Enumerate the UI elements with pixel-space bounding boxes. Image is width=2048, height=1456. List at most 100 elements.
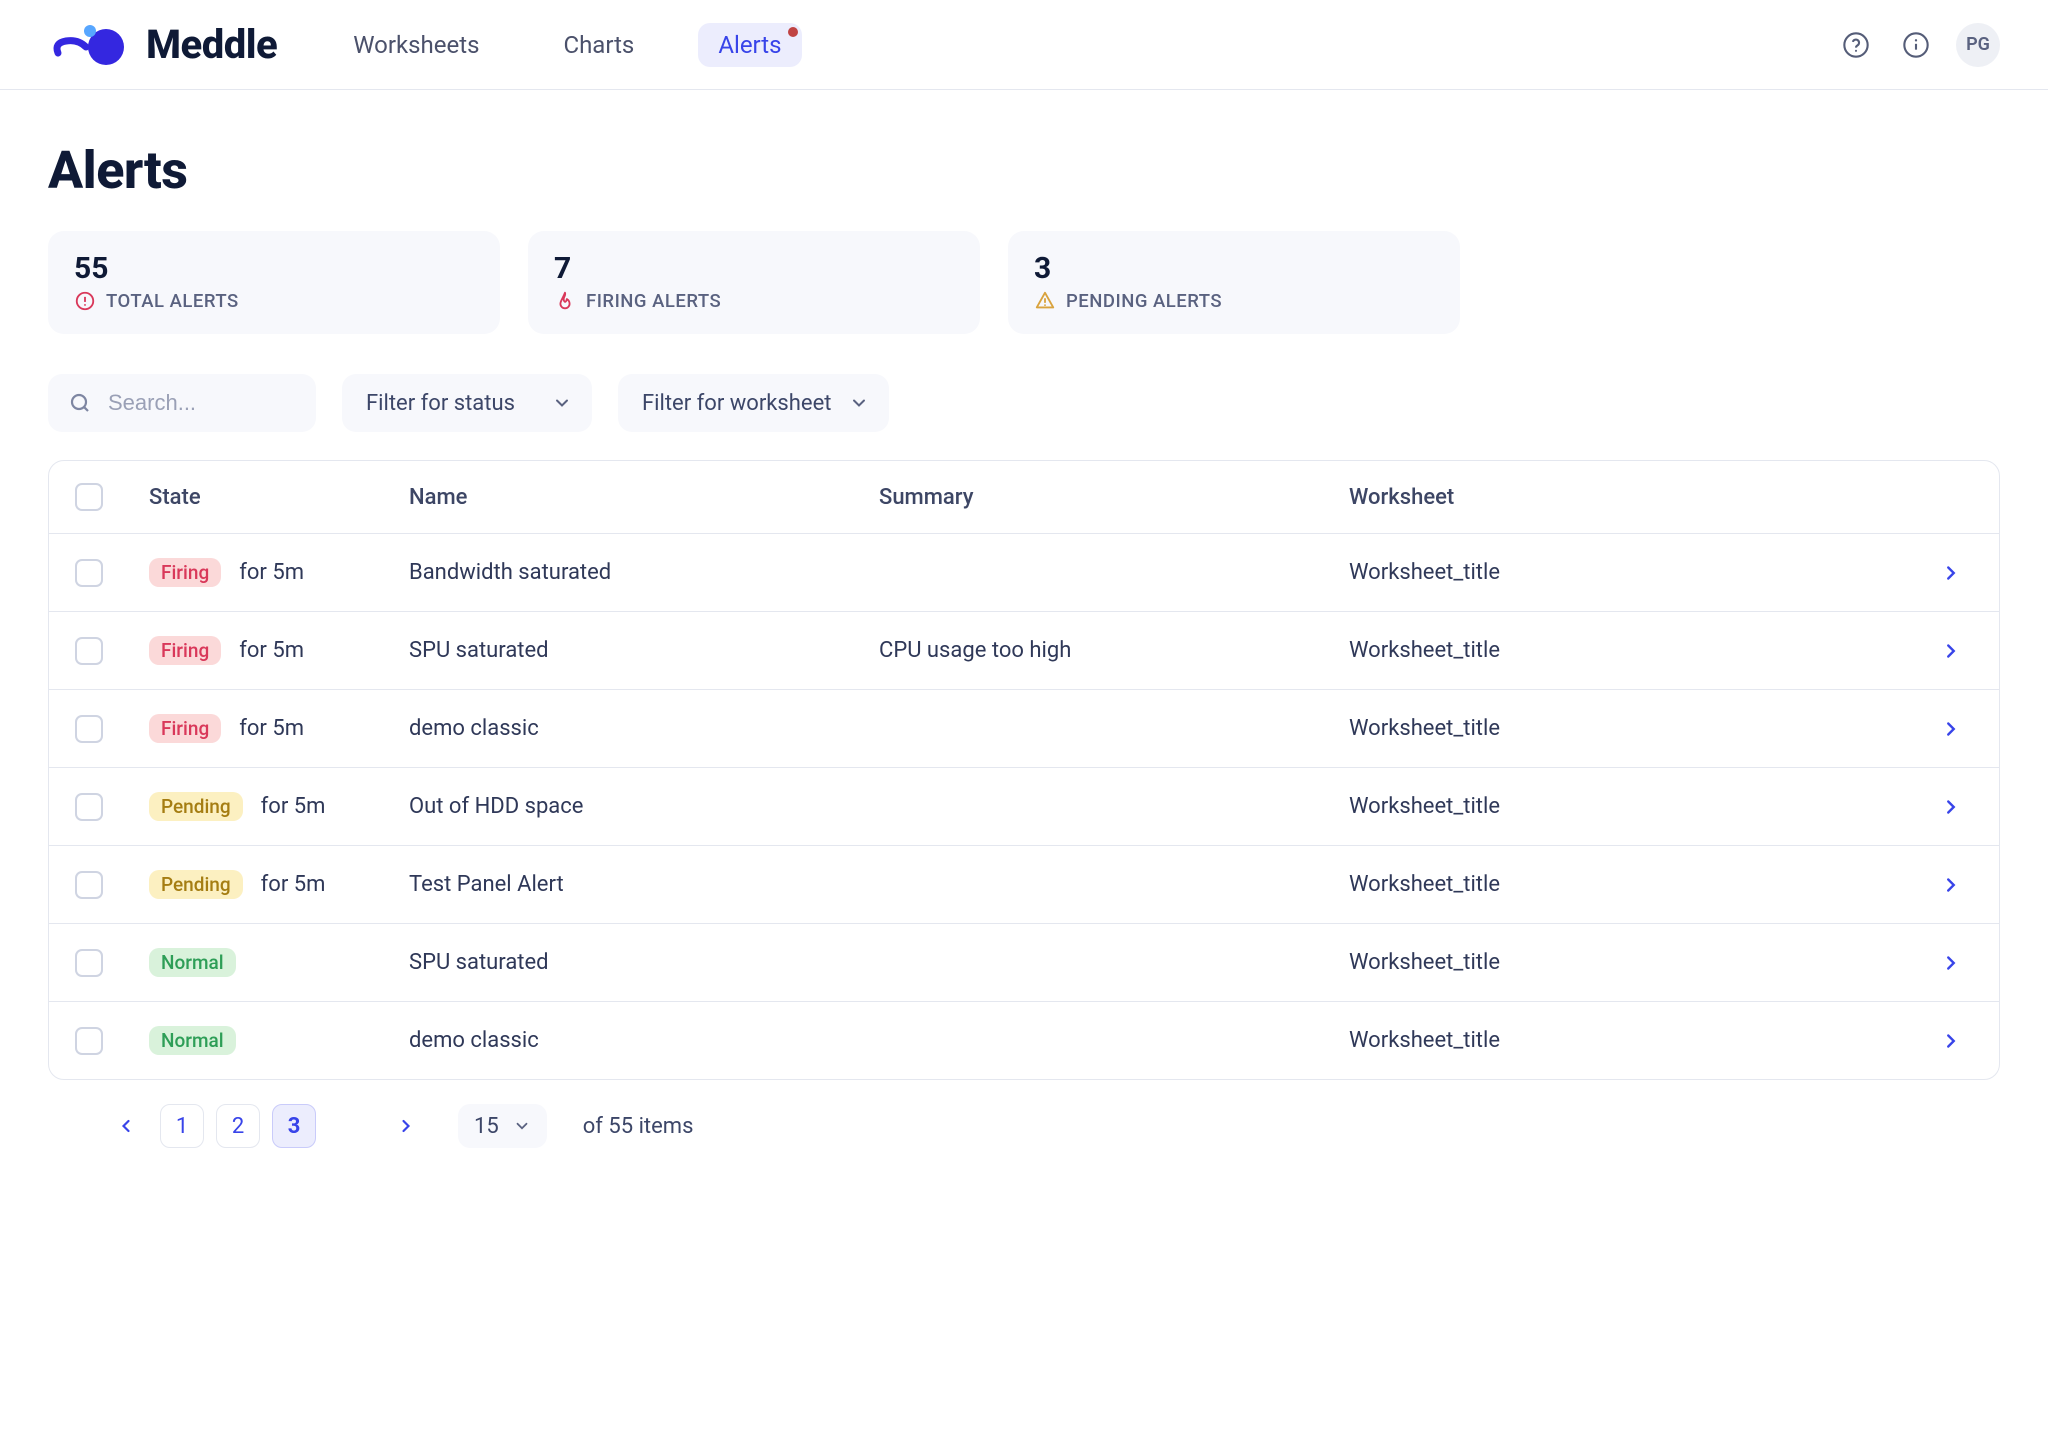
row-checkbox[interactable]: [75, 715, 103, 743]
state-duration: for 5m: [239, 638, 304, 663]
page-prev-button[interactable]: [104, 1104, 148, 1148]
row-open-button[interactable]: [1919, 718, 1999, 740]
help-button[interactable]: [1836, 25, 1876, 65]
chevron-down-icon: [513, 1117, 531, 1135]
row-checkbox[interactable]: [75, 559, 103, 587]
table-header: State Name Summary Worksheet: [49, 461, 1999, 534]
info-button[interactable]: [1896, 25, 1936, 65]
state-duration: for 5m: [261, 872, 326, 897]
search-input[interactable]: [106, 389, 296, 417]
stat-total-label: TOTAL ALERTS: [106, 290, 239, 312]
chevron-down-icon: [552, 393, 572, 413]
help-icon: [1842, 31, 1870, 59]
filter-status-select[interactable]: Filter for status: [342, 374, 592, 432]
stat-firing: 7 FIRING ALERTS: [528, 231, 980, 334]
table-row: Pending for 5m Out of HDD space Workshee…: [49, 767, 1999, 845]
page-info: of 55 items: [583, 1114, 694, 1139]
brand-name: Meddle: [146, 21, 277, 68]
page-size-select[interactable]: 15: [458, 1104, 547, 1148]
chevron-down-icon: [849, 393, 869, 413]
cell-summary: CPU usage too high: [867, 638, 1337, 663]
filter-worksheet-select[interactable]: Filter for worksheet: [618, 374, 889, 432]
topbar-actions: PG: [1836, 23, 2000, 67]
stat-firing-label: FIRING ALERTS: [586, 290, 721, 312]
cell-name: Out of HDD space: [397, 794, 867, 819]
page-title: Alerts: [48, 140, 2000, 201]
table-body: Firing for 5m Bandwidth saturated Worksh…: [49, 534, 1999, 1079]
page-size-value: 15: [474, 1114, 499, 1139]
row-open-button[interactable]: [1919, 1030, 1999, 1052]
page-button[interactable]: 2: [216, 1104, 260, 1148]
alert-circle-icon: [74, 290, 96, 312]
row-checkbox[interactable]: [75, 1027, 103, 1055]
fire-icon: [554, 290, 576, 312]
nav-worksheets[interactable]: Worksheets: [333, 23, 499, 67]
cell-name: Bandwidth saturated: [397, 560, 867, 585]
alerts-table: State Name Summary Worksheet Firing for …: [48, 460, 2000, 1080]
state-duration: for 5m: [239, 716, 304, 741]
table-row: Firing for 5m Bandwidth saturated Worksh…: [49, 534, 1999, 611]
row-checkbox[interactable]: [75, 871, 103, 899]
page-next-button[interactable]: [384, 1104, 428, 1148]
row-checkbox[interactable]: [75, 949, 103, 977]
page: Alerts 55 TOTAL ALERTS 7: [0, 90, 2048, 1208]
th-worksheet: Worksheet: [1337, 485, 1919, 510]
topbar: Meddle Worksheets Charts Alerts: [0, 0, 2048, 90]
state-badge: Firing: [149, 714, 221, 743]
state-badge: Pending: [149, 870, 243, 899]
search-box[interactable]: [48, 374, 316, 432]
th-name: Name: [397, 485, 867, 510]
row-open-button[interactable]: [1919, 874, 1999, 896]
row-open-button[interactable]: [1919, 796, 1999, 818]
cell-name: demo classic: [397, 716, 867, 741]
table-row: Firing for 5m demo classic Worksheet_tit…: [49, 689, 1999, 767]
state-badge: Normal: [149, 1026, 236, 1055]
cell-worksheet: Worksheet_title: [1337, 716, 1919, 741]
cell-name: Test Panel Alert: [397, 872, 867, 897]
stat-firing-value: 7: [554, 251, 954, 286]
controls: Filter for status Filter for worksheet: [48, 374, 2000, 432]
page-buttons: 123: [160, 1104, 316, 1148]
stat-pending-label: PENDING ALERTS: [1066, 290, 1222, 312]
cell-worksheet: Worksheet_title: [1337, 560, 1919, 585]
state-duration: for 5m: [261, 794, 326, 819]
nav-alerts-label: Alerts: [718, 31, 781, 59]
row-open-button[interactable]: [1919, 562, 1999, 584]
th-state: State: [137, 485, 397, 510]
cell-worksheet: Worksheet_title: [1337, 1028, 1919, 1053]
th-summary: Summary: [867, 485, 1337, 510]
nav-alerts[interactable]: Alerts: [698, 23, 801, 67]
cell-name: SPU saturated: [397, 950, 867, 975]
nav-charts[interactable]: Charts: [543, 23, 654, 67]
row-checkbox[interactable]: [75, 793, 103, 821]
table-row: Normal SPU saturated Worksheet_title: [49, 923, 1999, 1001]
cell-worksheet: Worksheet_title: [1337, 950, 1919, 975]
stat-pending-value: 3: [1034, 251, 1434, 286]
info-icon: [1902, 31, 1930, 59]
cell-worksheet: Worksheet_title: [1337, 872, 1919, 897]
notification-dot-icon: [788, 27, 798, 37]
state-badge: Normal: [149, 948, 236, 977]
table-row: Normal demo classic Worksheet_title: [49, 1001, 1999, 1079]
state-duration: for 5m: [239, 560, 304, 585]
row-open-button[interactable]: [1919, 952, 1999, 974]
state-badge: Pending: [149, 792, 243, 821]
cell-name: demo classic: [397, 1028, 867, 1053]
avatar[interactable]: PG: [1956, 23, 2000, 67]
table-row: Pending for 5m Test Panel Alert Workshee…: [49, 845, 1999, 923]
brand-logo-icon: [48, 23, 126, 67]
stat-total: 55 TOTAL ALERTS: [48, 231, 500, 334]
select-all-checkbox[interactable]: [75, 483, 103, 511]
page-button[interactable]: 3: [272, 1104, 316, 1148]
row-open-button[interactable]: [1919, 640, 1999, 662]
brand: Meddle: [48, 21, 277, 68]
filter-status-label: Filter for status: [366, 391, 515, 416]
cell-name: SPU saturated: [397, 638, 867, 663]
stat-total-value: 55: [74, 251, 474, 286]
cell-worksheet: Worksheet_title: [1337, 638, 1919, 663]
state-badge: Firing: [149, 636, 221, 665]
page-button[interactable]: 1: [160, 1104, 204, 1148]
state-badge: Firing: [149, 558, 221, 587]
main-nav: Worksheets Charts Alerts: [333, 23, 801, 67]
row-checkbox[interactable]: [75, 637, 103, 665]
